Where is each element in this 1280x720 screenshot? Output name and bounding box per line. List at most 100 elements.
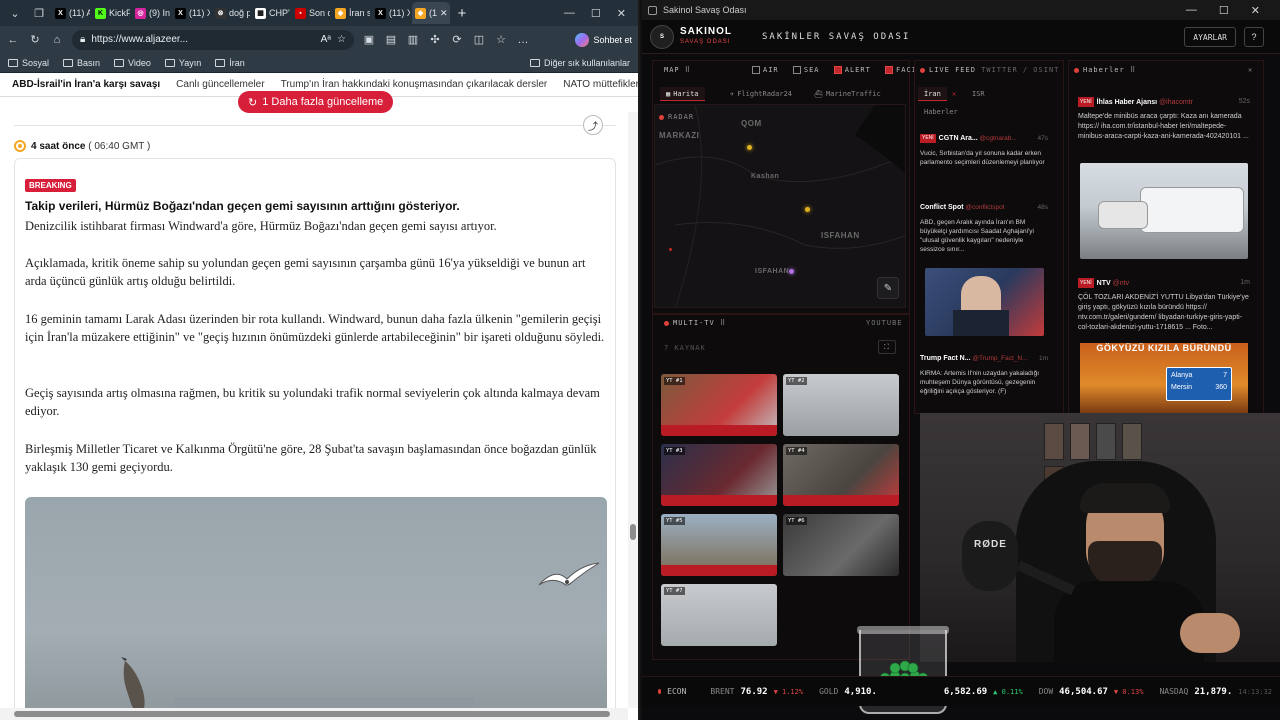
ticker-change: ▼ 1.12% [773,687,804,696]
close-tab-icon[interactable]: ✕ [952,90,957,98]
extension-icon-4[interactable]: ✣ [428,33,442,46]
news-image-dust[interactable]: GÖKYÜZÜ KIZILA BÜRÜNDÜ Alanya 7 Mersin 3… [1080,343,1248,413]
map-marker[interactable] [747,145,752,150]
extension-icon-3[interactable]: ▥ [406,33,420,46]
webcam-overlay: RØDE [920,413,1280,662]
checkbox[interactable] [752,66,760,74]
settings-button[interactable]: AYARLAR [1184,27,1236,47]
video-tile[interactable]: YT #5 [661,514,777,576]
scrollbar-thumb[interactable] [630,524,636,540]
feed-image[interactable] [925,268,1044,336]
sync-icon[interactable]: ⟳ [450,33,464,46]
more-updates-button[interactable]: ↻ 1 Daha fazla güncelleme [238,91,394,113]
nav-link[interactable]: ABD-İsrail'in İran'a karşı savaşı [12,79,160,90]
vertical-scrollbar[interactable] [628,112,638,708]
nav-link[interactable]: NATO müttefikleri Trump [563,79,638,90]
minimize-icon[interactable]: — [1186,4,1197,17]
close-tab-icon[interactable]: ✕ [440,8,448,19]
close-icon[interactable]: ✕ [617,7,626,20]
checkbox[interactable] [885,66,894,74]
bookmark-folder-basin[interactable]: Basın [63,58,100,68]
tab-harita[interactable]: ▦ Harita [660,87,705,101]
more-icon[interactable]: … [516,34,530,46]
drag-handle-icon[interactable]: ⠿ [1130,66,1136,74]
split-screen-icon[interactable]: ◫ [472,33,486,46]
tab-actions-icon[interactable]: ⌄ [4,3,26,23]
feed-time: 1m [1038,355,1048,362]
bookmark-folder-yayin[interactable]: Yayın [164,58,201,68]
new-tab-icon[interactable]: + [452,5,472,22]
workspaces-icon[interactable]: ❐ [28,3,50,23]
tab-5[interactable]: ⊗doğ pı [212,2,250,24]
news-image-minibus[interactable] [1080,163,1248,259]
extension-icon[interactable]: ▣ [362,33,376,46]
feed-tab-isr[interactable]: ISR [966,87,991,101]
tab-flightradar[interactable]: ✈ FlightRadar24 [724,87,798,101]
back-icon[interactable]: ← [6,34,20,46]
brand: SAKINOL SAVAŞ ODASI [680,26,732,47]
bookmark-folder-sosyal[interactable]: Sosyal [8,58,49,68]
copilot-button[interactable]: Sohbet et [575,32,632,47]
filter-sea[interactable]: SEA [792,66,820,74]
home-icon[interactable]: ⌂ [50,34,64,46]
update-headline: Takip verileri, Hürmüz Boğazı'ndan geçen… [25,199,460,213]
help-button[interactable]: ? [1244,27,1264,47]
collections-icon[interactable]: ☆ [494,33,508,46]
url-field[interactable]: 🔒︎ https://www.aljazeer... Aᵃ ☆ [72,29,354,50]
tab-9[interactable]: X(11) X [372,2,410,24]
news-item[interactable]: YENİ İhlas Haber Ajansı @ihacomtr 52s Malt… [1078,97,1250,142]
maximize-icon[interactable]: ☐ [1219,4,1229,17]
tab-6[interactable]: ▦CHP'n [252,2,290,24]
tab-7[interactable]: ▪Son d [292,2,330,24]
video-tile[interactable]: YT #3 [661,444,777,506]
feed-item[interactable]: Trump Fact N... @Trump_Fact_N... 1m KIRMA… [920,354,1048,396]
checkbox[interactable] [833,66,842,74]
tab-2[interactable]: KKickPe [92,2,130,24]
feed-tab-iran[interactable]: İran [918,87,947,101]
minibus-image [1140,187,1244,233]
fullscreen-icon[interactable]: ⛶ [878,340,896,354]
checkbox[interactable] [792,66,801,74]
favorite-icon[interactable]: ☆ [337,34,346,45]
tab-4[interactable]: X(11) X [172,2,210,24]
scrollbar-thumb[interactable] [14,711,610,717]
feed-item[interactable]: Conflict Spot @conflictspot 48s ABD, geçe… [920,203,1048,254]
video-tile[interactable]: YT #7 [661,584,777,646]
refresh-icon[interactable]: ↻ [28,33,42,46]
video-tile[interactable]: YT #1 [661,374,777,436]
filter-alert[interactable]: ALERT [833,66,871,74]
read-aloud-icon[interactable]: Aᵃ [321,34,331,45]
tab-active[interactable]: ◆ (1 ✕ [412,2,450,24]
close-icon[interactable]: ✕ [1248,66,1253,74]
map-marker[interactable] [789,269,794,274]
minimize-icon[interactable]: — [564,7,575,20]
tab-3[interactable]: ◎(9) Ins [132,2,170,24]
video-tile[interactable]: YT #6 [783,514,899,576]
tab-8[interactable]: ◆İran sa [332,2,370,24]
share-icon[interactable]: ⤴ [583,115,603,135]
map-marker[interactable] [669,248,672,251]
bookmark-folder-video[interactable]: Video [114,58,151,68]
video-tile[interactable]: YT #4 [783,444,899,506]
tab-marinetraffic[interactable]: ⛴ MarineTraffic [808,87,887,101]
map-view[interactable]: RADAR MARKAZI QOM Kashan ISFAHAN ISFAHAN… [654,104,906,308]
map-marker[interactable] [805,207,810,212]
bookmark-folder-iran[interactable]: İran [215,58,245,68]
tab-1[interactable]: X(11) Ar [52,2,90,24]
nav-link[interactable]: Canlı güncellemeler [176,79,264,90]
drag-handle-icon[interactable]: ⠿ [685,66,691,74]
news-item[interactable]: YENİ NTV @ntv 1m ÇÖL TOZLARI AKDENİZ'İ YUT… [1078,278,1250,333]
horizontal-scrollbar[interactable] [0,708,628,720]
maximize-icon[interactable]: ☐ [591,7,601,20]
feed-item[interactable]: YENİ CGTN Ara... @cgtnarab... 47s Vucic, S… [920,134,1048,167]
nav-link[interactable]: Trump'ın İran hakkındaki konuşmasından ç… [281,79,548,90]
edit-icon[interactable]: ✎ [877,277,899,299]
filter-air[interactable]: AIR [752,66,779,74]
feed-tab-haberler[interactable]: Haberler [918,105,964,119]
time-ago: 4 saat önce [31,141,86,152]
extension-icon-2[interactable]: ▤ [384,33,398,46]
close-icon[interactable]: ✕ [1251,4,1260,17]
video-tile[interactable]: YT #2 [783,374,899,436]
other-favorites[interactable]: Diğer sık kullanılanlar [529,58,630,68]
drag-handle-icon[interactable]: ⠿ [720,319,726,327]
